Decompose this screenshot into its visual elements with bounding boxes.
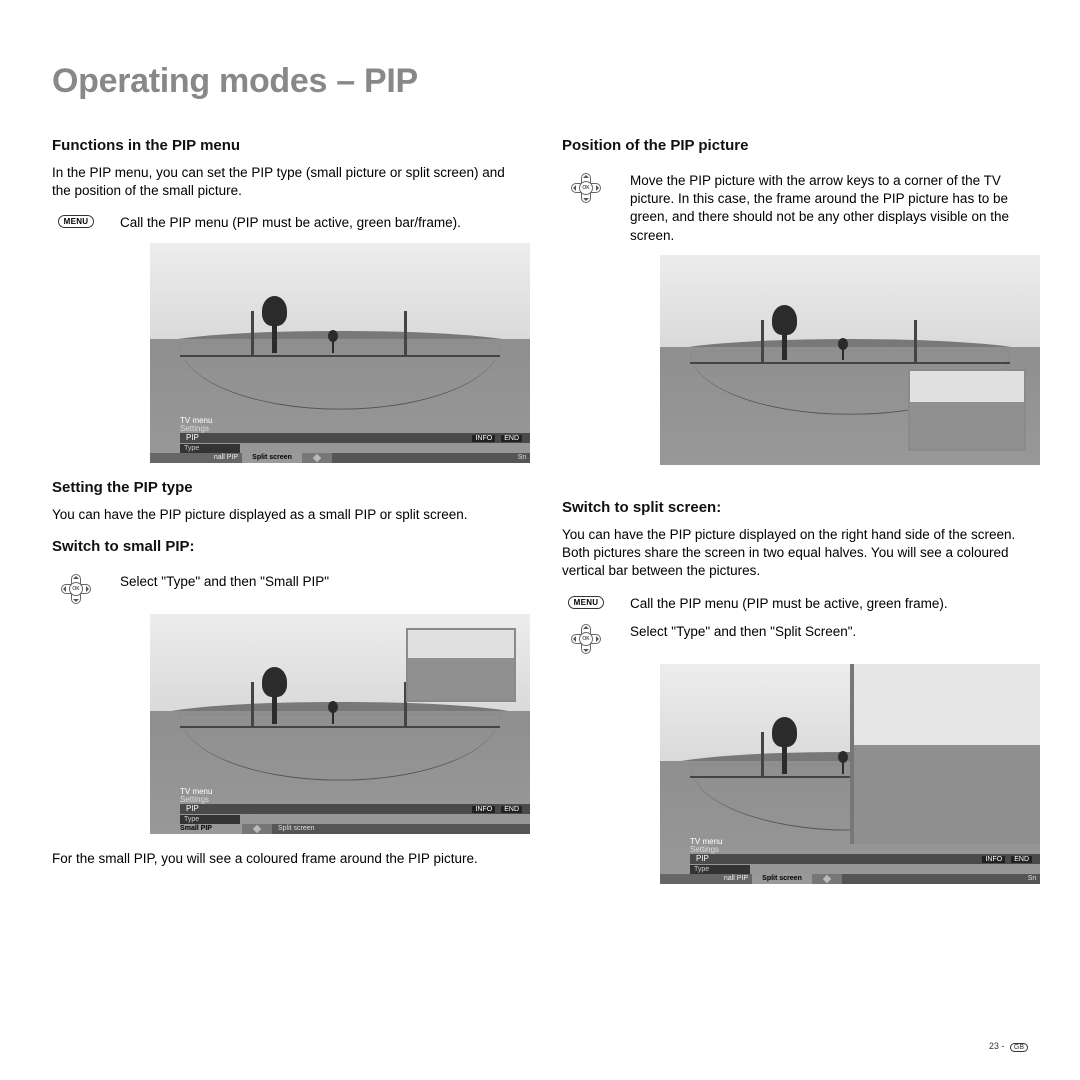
text-split: You can have the PIP picture displayed o… — [562, 526, 1028, 581]
screenshot-split: TV menu Settings PIP INFO END Type nall … — [660, 664, 1040, 884]
osd-sel-split-right: Split screen — [272, 824, 530, 834]
osd-info: INFO — [982, 856, 1005, 863]
screenshot-pip-menu-split: TV menu Settings PIP INFO END Type nall … — [150, 243, 530, 463]
osd-end: END — [501, 806, 522, 813]
caption-small-pip: For the small PIP, you will see a colour… — [52, 850, 518, 868]
instr-split-menu: Call the PIP menu (PIP must be active, g… — [630, 595, 948, 613]
ok-dpad-icon: OK — [61, 574, 91, 604]
osd-sel-tail: Sn — [1024, 874, 1040, 884]
osd-sel-split: Split screen — [752, 874, 812, 884]
right-column: Position of the PIP picture OK Move the … — [562, 137, 1028, 900]
heading-split: Switch to split screen: — [562, 499, 1028, 516]
page-number: 23 - — [989, 1041, 1007, 1051]
menu-button-icon: MENU — [58, 215, 95, 228]
ok-dpad-icon: OK — [571, 624, 601, 654]
page-footer: 23 - GB — [989, 1041, 1028, 1052]
left-column: Functions in the PIP menu In the PIP men… — [52, 137, 518, 900]
osd-sel-right — [332, 453, 514, 463]
menu-button-icon: MENU — [568, 596, 605, 609]
osd-end: END — [501, 435, 522, 442]
pip-small-frame — [406, 628, 516, 702]
osd-sel-diamond-icon — [812, 874, 842, 884]
pip-position-frame — [908, 369, 1026, 451]
instr-call-pip-menu: Call the PIP menu (PIP must be active, g… — [120, 214, 461, 232]
osd-sel-left: nall PIP — [150, 453, 242, 463]
osd-crumb-settings: Settings — [180, 425, 212, 433]
osd-type-row: Type — [690, 865, 750, 874]
instr-position: Move the PIP picture with the arrow keys… — [630, 172, 1028, 245]
osd-sel-diamond-icon — [242, 824, 272, 834]
osd-sel-tail: Sn — [514, 453, 530, 463]
gb-badge: GB — [1010, 1043, 1028, 1052]
osd-info: INFO — [472, 806, 495, 813]
page-title: Operating modes – PIP — [52, 62, 1028, 101]
osd-sel-small-pip: Small PIP — [150, 824, 242, 834]
osd-sel-diamond-icon — [302, 453, 332, 463]
osd-sel-right — [842, 874, 1024, 884]
osd-sel-split: Split screen — [242, 453, 302, 463]
osd-type-row: Type — [180, 815, 240, 824]
text-setting-type: You can have the PIP picture displayed a… — [52, 506, 518, 524]
heading-functions: Functions in the PIP menu — [52, 137, 518, 154]
osd-end: END — [1011, 856, 1032, 863]
instr-select-small-pip: Select "Type" and then "Small PIP" — [120, 573, 329, 591]
osd-type-row: Type — [180, 444, 240, 453]
ok-dpad-icon: OK — [571, 173, 601, 203]
osd-crumb-settings: Settings — [180, 796, 212, 804]
screenshot-position — [660, 255, 1040, 465]
osd-sel-left: nall PIP — [660, 874, 752, 884]
instr-split-ok: Select "Type" and then "Split Screen". — [630, 623, 856, 641]
osd-crumb-settings: Settings — [690, 846, 722, 854]
heading-small-pip: Switch to small PIP: — [52, 538, 518, 555]
heading-setting-type: Setting the PIP type — [52, 479, 518, 496]
heading-position: Position of the PIP picture — [562, 137, 1028, 154]
screenshot-small-pip: TV menu Settings PIP INFO END Type Small… — [150, 614, 530, 834]
split-right-half — [850, 664, 1040, 844]
osd-info: INFO — [472, 435, 495, 442]
text-functions: In the PIP menu, you can set the PIP typ… — [52, 164, 518, 200]
